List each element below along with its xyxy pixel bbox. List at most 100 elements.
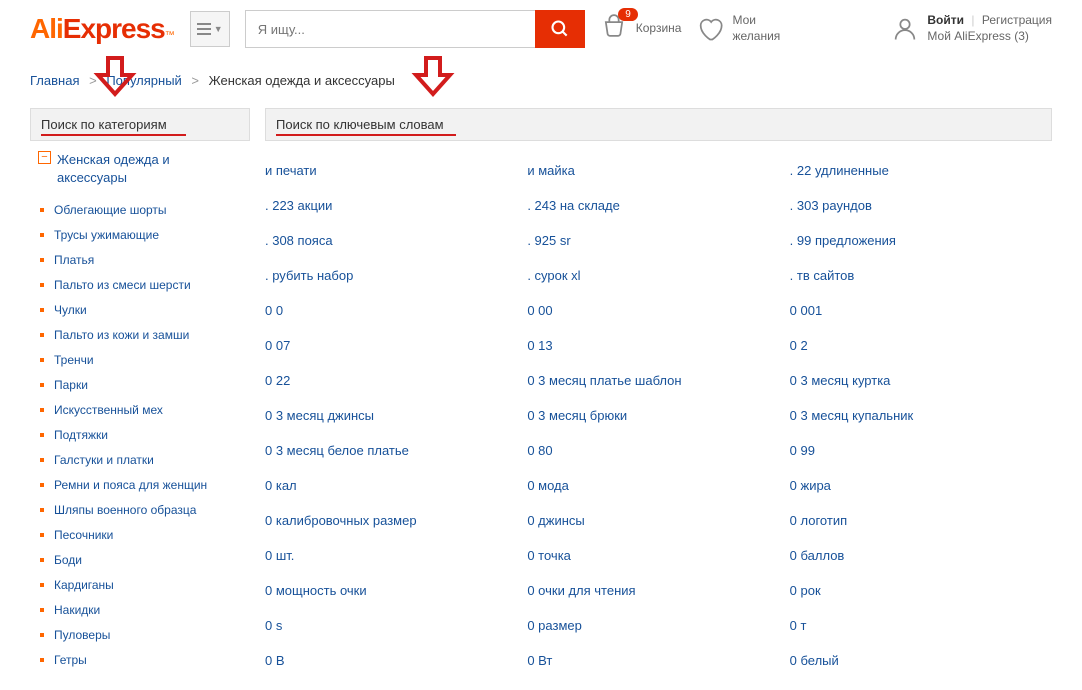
breadcrumb-home[interactable]: Главная	[30, 73, 79, 88]
keyword-link[interactable]: 0 мода	[527, 478, 569, 493]
category-link[interactable]: Чулки	[54, 303, 87, 317]
category-link[interactable]: Искусственный мех	[54, 403, 163, 417]
keyword-link[interactable]: 0 s	[265, 618, 282, 633]
keyword-link[interactable]: 0 3 месяц платье шаблон	[527, 373, 681, 388]
keyword-link[interactable]: 0 80	[527, 443, 552, 458]
category-link[interactable]: Подтяжки	[54, 428, 108, 442]
keyword-link[interactable]: . 303 раундов	[790, 198, 872, 213]
keyword-link[interactable]: 0 22	[265, 373, 290, 388]
category-link[interactable]: Тренчи	[54, 353, 94, 367]
keyword-link[interactable]: 0 В	[265, 653, 285, 668]
user-icon	[891, 15, 919, 43]
keywords-grid: и печати и майка . 22 удлиненные . 223 акци…	[265, 141, 1052, 690]
category-menu-toggle[interactable]: ▼	[190, 11, 230, 47]
keyword-link[interactable]: 0 3 месяц куртка	[790, 373, 891, 388]
my-account-link[interactable]: Мой AliExpress (3)	[927, 29, 1052, 45]
category-link[interactable]: Гетры	[54, 653, 87, 667]
keyword-link[interactable]: 0 3 месяц белое платье	[265, 443, 409, 458]
keyword-link[interactable]: 0 рок	[790, 583, 821, 598]
login-link[interactable]: Войти	[927, 13, 964, 27]
cart-label: Корзина	[636, 21, 682, 37]
keyword-link[interactable]: 0 точка	[527, 548, 571, 563]
keyword-cell: 0 80	[527, 443, 789, 458]
category-root-label: Женская одежда и аксессуары	[57, 151, 242, 187]
keyword-link[interactable]: 0 13	[527, 338, 552, 353]
annotation-underline-1	[41, 134, 186, 136]
keyword-link[interactable]: 0 баллов	[790, 548, 845, 563]
category-link[interactable]: Пальто из кожи и замши	[54, 328, 189, 342]
keyword-link[interactable]: 0 белый	[790, 653, 839, 668]
keyword-link[interactable]: . 308 пояса	[265, 233, 333, 248]
keyword-link[interactable]: 0 07	[265, 338, 290, 353]
keyword-cell: 0 мощность очки	[265, 583, 527, 598]
keyword-link[interactable]: 0 001	[790, 303, 823, 318]
sidebar-header: Поиск по категориям	[30, 108, 250, 141]
keyword-link[interactable]: . 22 удлиненные	[790, 163, 889, 178]
category-link[interactable]: Боди	[54, 553, 82, 567]
wishlist-link[interactable]: Мои желания	[696, 13, 780, 44]
keyword-link[interactable]: . 925 sr	[527, 233, 570, 248]
keyword-row: 0 3 месяц джинсы 0 3 месяц брюки 0 3 месяц…	[265, 398, 1052, 433]
category-link[interactable]: Пуловеры	[54, 628, 110, 642]
category-link[interactable]: Ремни и пояса для женщин	[54, 478, 207, 492]
keyword-row: 0 кал 0 мода 0 жира	[265, 468, 1052, 503]
keyword-link[interactable]: . сурок xl	[527, 268, 580, 283]
category-link[interactable]: Трусы ужимающие	[54, 228, 159, 242]
category-link[interactable]: Накидки	[54, 603, 100, 617]
keyword-row: 0 0 0 00 0 001	[265, 293, 1052, 328]
logo[interactable]: AliExpress™	[30, 13, 175, 45]
keyword-cell: 0 белый	[790, 653, 1052, 668]
keyword-cell: и майка	[527, 163, 789, 178]
header: AliExpress™ ▼ 9 Корзина Мои желания Вой	[0, 0, 1082, 58]
category-link[interactable]: Пальто из смеси шерсти	[54, 278, 191, 292]
keyword-link[interactable]: 0 00	[527, 303, 552, 318]
keyword-link[interactable]: 0 размер	[527, 618, 582, 633]
keyword-link[interactable]: . 99 предложения	[790, 233, 896, 248]
keyword-link[interactable]: 0 Вт	[527, 653, 552, 668]
category-link[interactable]: Кардиганы	[54, 578, 114, 592]
category-item: Шляпы военного образца	[40, 497, 250, 522]
keyword-link[interactable]: 0 2	[790, 338, 808, 353]
keyword-cell: 0 жира	[790, 478, 1052, 493]
keyword-link[interactable]: . тв сайтов	[790, 268, 855, 283]
category-link[interactable]: Галстуки и платки	[54, 453, 154, 467]
keyword-link[interactable]: 0 мощность очки	[265, 583, 367, 598]
keyword-link[interactable]: 0 3 месяц купальник	[790, 408, 914, 423]
keyword-link[interactable]: 0 0	[265, 303, 283, 318]
category-link[interactable]: Песочники	[54, 528, 113, 542]
keyword-link[interactable]: и майка	[527, 163, 575, 178]
account-section[interactable]: Войти | Регистрация Мой AliExpress (3)	[891, 13, 1052, 44]
category-root[interactable]: − Женская одежда и аксессуары	[30, 141, 250, 197]
keyword-link[interactable]: 0 3 месяц джинсы	[265, 408, 374, 423]
keyword-row: 0 07 0 13 0 2	[265, 328, 1052, 363]
annotation-arrow-2	[408, 50, 458, 103]
keyword-link[interactable]: 0 шт.	[265, 548, 294, 563]
category-link[interactable]: Шляпы военного образца	[54, 503, 196, 517]
register-link[interactable]: Регистрация	[982, 13, 1052, 27]
keyword-link[interactable]: 0 т	[790, 618, 807, 633]
keyword-link[interactable]: 0 99	[790, 443, 815, 458]
keyword-link[interactable]: 0 логотип	[790, 513, 847, 528]
keyword-link[interactable]: и печати	[265, 163, 317, 178]
logo-express: Express	[63, 13, 165, 45]
cart-link[interactable]: 9 Корзина	[600, 14, 682, 45]
keyword-link[interactable]: 0 очки для чтения	[527, 583, 635, 598]
keyword-link[interactable]: 0 калибровочных размер	[265, 513, 417, 528]
category-link[interactable]: Облегающие шорты	[54, 203, 167, 217]
keyword-link[interactable]: . рубить набор	[265, 268, 353, 283]
search-input[interactable]	[245, 10, 535, 48]
keyword-link[interactable]: 0 жира	[790, 478, 831, 493]
keyword-cell: 0 джинсы	[527, 513, 789, 528]
keyword-cell: . рубить набор	[265, 268, 527, 283]
category-link[interactable]: Платья	[54, 253, 94, 267]
keyword-link[interactable]: 0 джинсы	[527, 513, 584, 528]
keyword-link[interactable]: 0 3 месяц брюки	[527, 408, 627, 423]
collapse-icon[interactable]: −	[38, 151, 51, 164]
category-link[interactable]: Парки	[54, 378, 88, 392]
keyword-link[interactable]: . 223 акции	[265, 198, 332, 213]
keyword-cell: 0 s	[265, 618, 527, 633]
keyword-link[interactable]: 0 кал	[265, 478, 297, 493]
keyword-cell: . 308 пояса	[265, 233, 527, 248]
search-button[interactable]	[535, 10, 585, 48]
keyword-link[interactable]: . 243 на складе	[527, 198, 620, 213]
